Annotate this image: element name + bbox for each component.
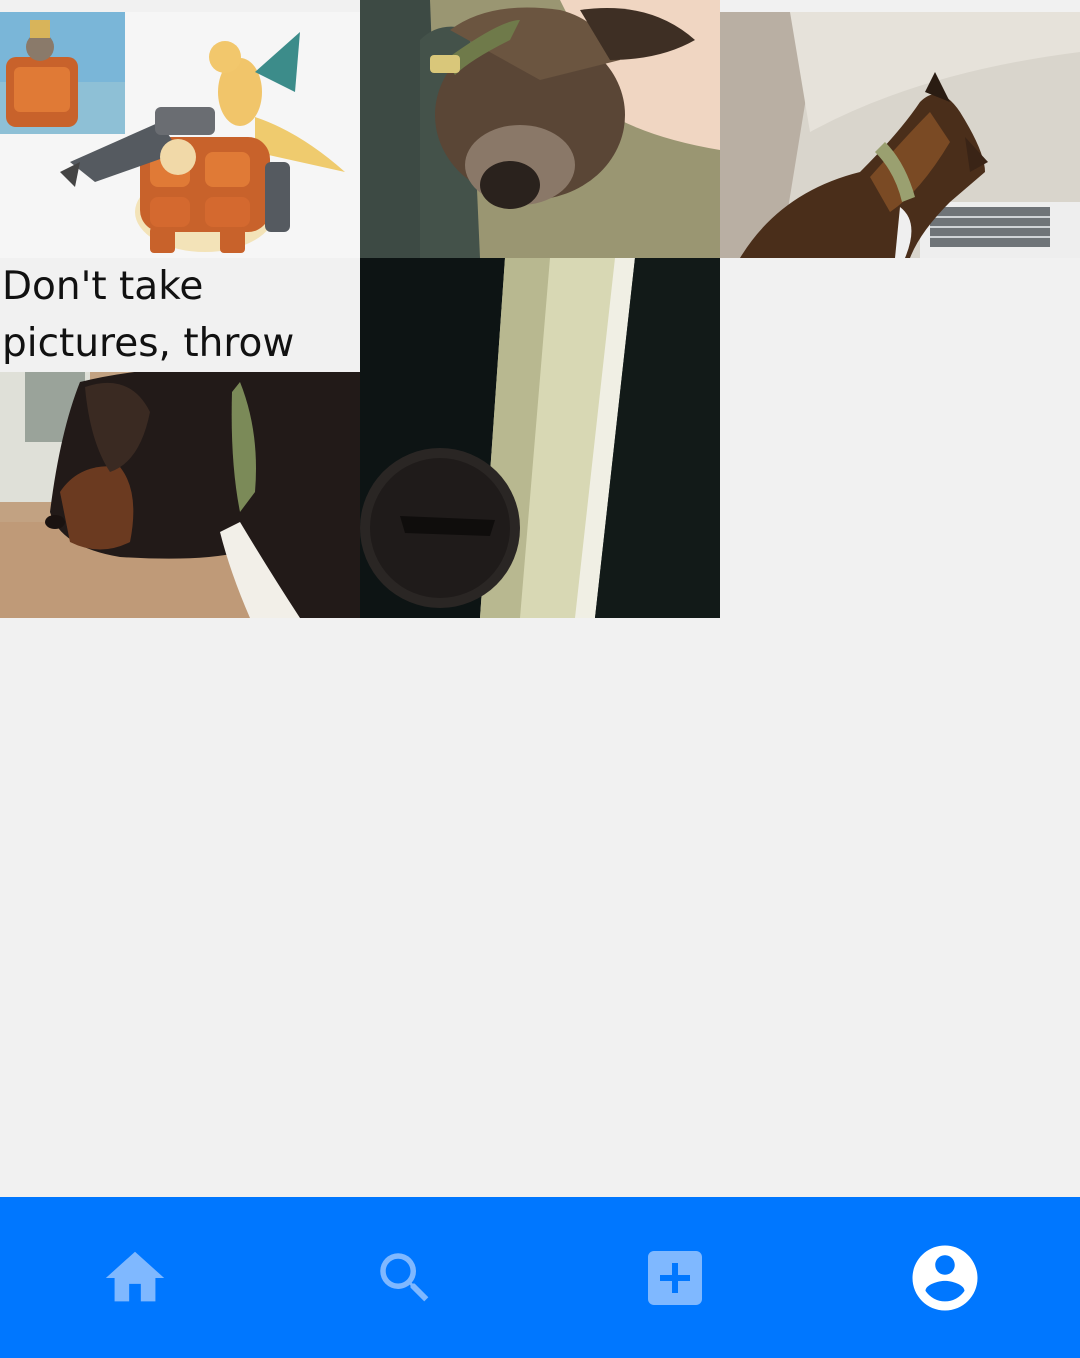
post-image-sleeping-dog [360, 0, 720, 258]
post-tile-dog-profile[interactable] [0, 372, 360, 618]
post-image-dog-in-van [720, 12, 1080, 258]
nav-home-button[interactable] [0, 1197, 270, 1358]
post-image-door-lock [360, 258, 720, 618]
nav-add-post-button[interactable] [540, 1197, 810, 1358]
post-tile-pokemon-art[interactable] [0, 12, 360, 258]
post-tile-sleeping-dog[interactable] [360, 0, 720, 258]
nav-search-button[interactable] [270, 1197, 540, 1358]
home-icon [105, 1251, 165, 1301]
nav-profile-button[interactable] [810, 1197, 1080, 1358]
post-tile-dog-in-van[interactable] [720, 12, 1080, 258]
account-circle-icon [912, 1245, 978, 1310]
post-tile-door-lock[interactable] [360, 258, 720, 618]
post-image-pokemon [0, 12, 360, 258]
add-box-icon [648, 1250, 702, 1305]
search-icon [380, 1252, 429, 1301]
cropped-caption-sliver [720, 0, 1080, 12]
bottom-navigation-bar [0, 1197, 1080, 1358]
post-image-dog-profile [0, 372, 360, 618]
